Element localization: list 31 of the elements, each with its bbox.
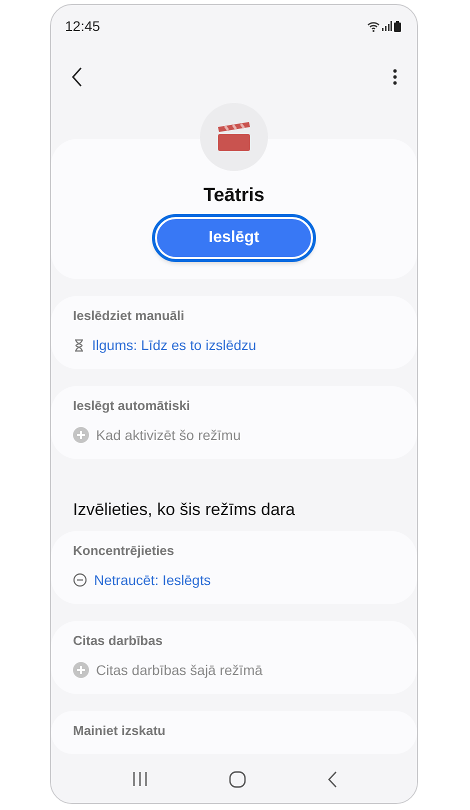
home-icon[interactable] — [228, 770, 246, 788]
minus-circle-icon — [73, 573, 87, 587]
signal-icon — [382, 21, 392, 31]
settings-card[interactable]: Koncentrējieties Netraucēt: Ieslēgts — [51, 531, 417, 604]
settings-card[interactable]: Mainiet izskatu — [51, 711, 417, 754]
section-heading: Izvēlieties, ko šis režīms dara — [72, 499, 296, 520]
card-item-label[interactable]: Ilgums: Līdz es to izslēdzu — [92, 337, 256, 353]
card-title: Ieslēgt automātiski — [73, 398, 192, 413]
settings-card[interactable]: Ieslēgt automātiski Kad aktivizēt šo režīmu — [51, 386, 417, 459]
back-icon[interactable] — [326, 770, 336, 788]
back-icon[interactable] — [71, 67, 83, 87]
card-title: Koncentrējieties — [73, 543, 176, 558]
card-title: Citas darbības — [73, 633, 164, 648]
clock-time: 12:45 — [65, 18, 100, 34]
card-item-label[interactable]: Netraucēt: Ieslēgts — [94, 572, 211, 588]
clapperboard-icon — [217, 121, 251, 153]
plus-icon — [73, 662, 89, 678]
wifi-icon — [367, 20, 380, 32]
card-item-label[interactable]: Kad aktivizēt šo režīmu — [96, 427, 241, 443]
battery-icon — [394, 20, 401, 32]
turn-on-button[interactable]: Ieslēgt — [155, 217, 313, 259]
mode-title: Teātris — [204, 185, 264, 207]
hourglass-icon — [73, 338, 85, 352]
plus-icon — [73, 427, 89, 443]
card-title: Mainiet izskatu — [73, 723, 166, 738]
settings-card[interactable]: Citas darbības Citas darbības šajā režīmā — [51, 621, 417, 694]
card-item-label[interactable]: Citas darbības šajā režīmā — [96, 662, 263, 678]
recent-apps-icon[interactable] — [132, 771, 148, 787]
more-options-icon[interactable] — [393, 69, 397, 85]
card-title: Ieslēdziet manuāli — [73, 308, 186, 323]
settings-card[interactable]: Ieslēdziet manuāli Ilgums: Līdz es to izslēdzu — [51, 296, 417, 369]
